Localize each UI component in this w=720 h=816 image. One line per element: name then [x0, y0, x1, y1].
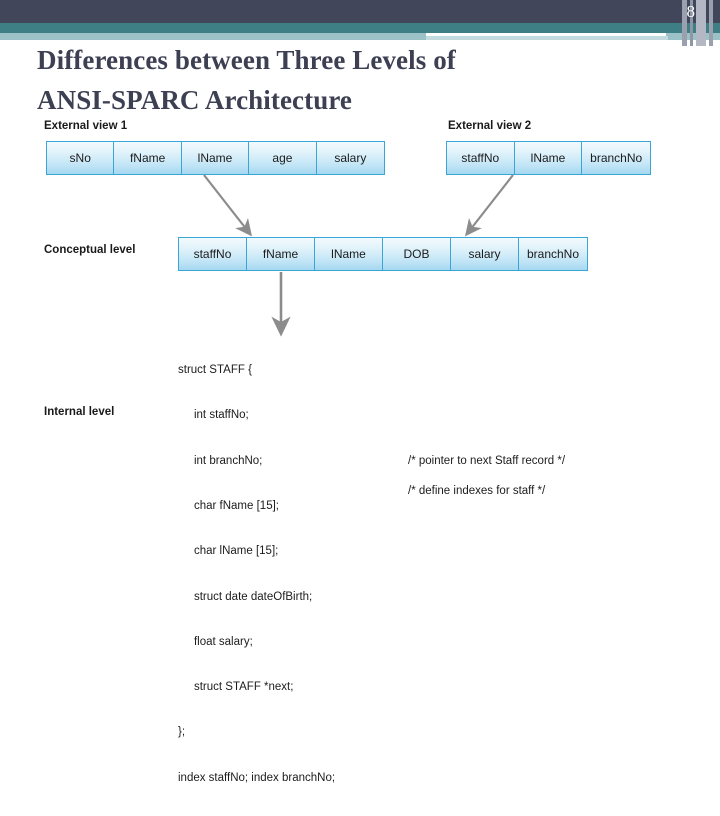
code-line: struct STAFF *next; [178, 681, 294, 694]
code-line: }; [178, 726, 186, 739]
table-cell: branchNo [519, 238, 587, 270]
label-external-view-1: External view 1 [44, 120, 128, 132]
header-dark-bar [0, 0, 720, 23]
code-line: char fName [15]; [178, 500, 279, 513]
page-title-line-2: ANSI-SPARC Architecture [37, 85, 353, 115]
diagram-arrows [203, 174, 514, 337]
code-line: struct STAFF { [178, 364, 252, 377]
table-cell: salary [316, 142, 385, 174]
header-vertical-accent-4 [709, 0, 713, 46]
table-cell: lName [315, 238, 383, 270]
header-teal-bar [0, 23, 720, 33]
table-cell: DOB [383, 238, 451, 270]
code-line: int staffNo; [178, 409, 249, 422]
page-number: 8 [686, 2, 696, 21]
code-line: float salary; [178, 635, 253, 648]
table-cell: staffNo [179, 238, 247, 270]
external-view-1-table: sNo fName lName age salary [46, 141, 385, 175]
label-internal-level: Internal level [44, 406, 115, 418]
code-line: char lName [15]; [178, 545, 279, 558]
label-external-view-2: External view 2 [448, 120, 532, 132]
header-vertical-accent-3 [696, 0, 706, 46]
code-line: int branchNo; [178, 454, 263, 467]
arrow-ext2-to-conceptual [464, 174, 514, 237]
code-line: struct date dateOfBirth; [178, 590, 313, 603]
table-cell: branchNo [582, 142, 650, 174]
table-cell: age [249, 142, 317, 174]
label-conceptual-level: Conceptual level [44, 244, 136, 256]
internal-level-code-block: struct STAFF { int staffNo; int branchNo… [178, 333, 335, 816]
internal-level-comments: /* pointer to next Staff record */ /* de… [408, 333, 565, 497]
code-line: index staffNo; index branchNo; [178, 771, 336, 784]
table-cell: lName [514, 142, 583, 174]
external-view-2-table: staffNo lName branchNo [446, 141, 651, 175]
table-cell: staffNo [447, 142, 515, 174]
page-title-line-1: Differences between Three Levels of [37, 45, 456, 75]
slide-canvas: 8 Differences between Three Levels of AN… [0, 0, 720, 784]
conceptual-level-table: staffNo fName lName DOB salary branchNo [178, 237, 588, 271]
table-cell: sNo [47, 142, 115, 174]
table-cell: salary [451, 238, 519, 270]
arrow-ext1-to-conceptual [203, 174, 253, 237]
ansi-sparc-diagram: External view 1 External view 2 Conceptu… [0, 115, 720, 784]
comment-pointer-next: /* pointer to next Staff record */ [408, 455, 566, 467]
table-cell: lName [181, 142, 250, 174]
table-cell: fName [247, 238, 315, 270]
comment-define-indexes: /* define indexes for staff */ [408, 485, 546, 497]
page-title: Differences between Three Levels of ANSI… [37, 40, 637, 120]
table-cell: fName [114, 142, 182, 174]
